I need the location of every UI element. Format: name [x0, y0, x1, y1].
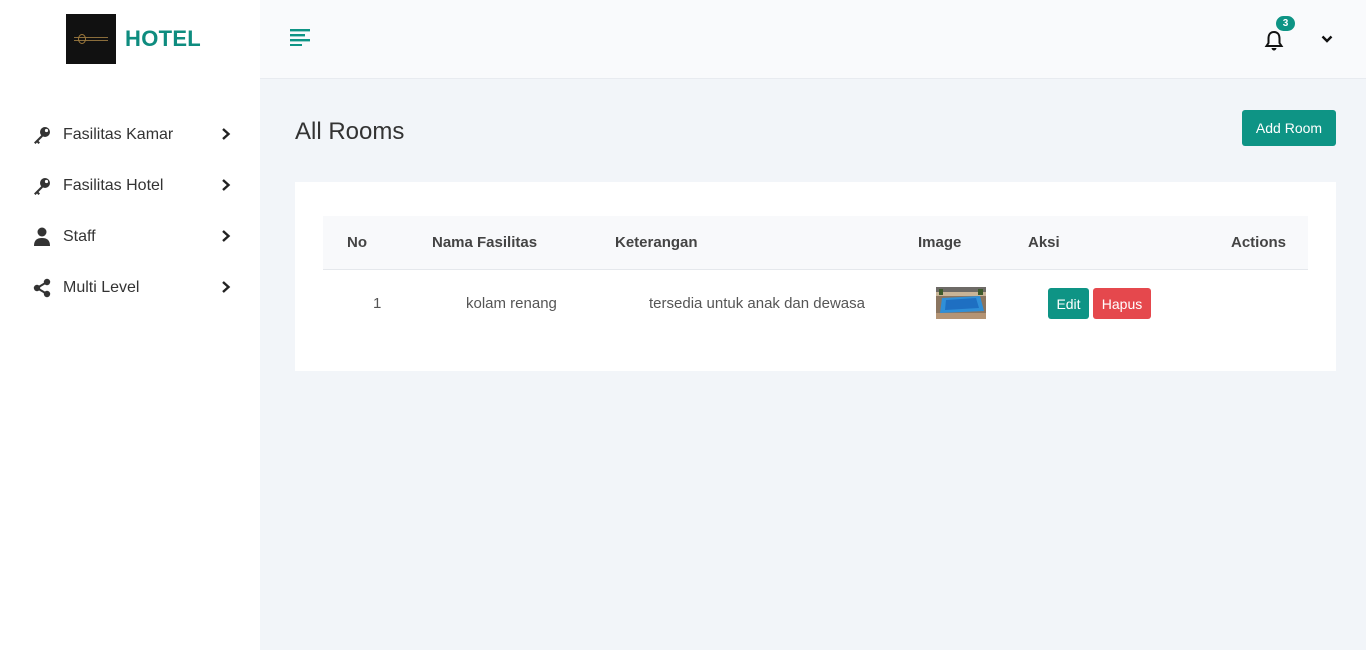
brand-name: HOTEL: [125, 26, 202, 51]
cell-nama-fasilitas: kolam renang: [466, 295, 557, 312]
column-header-keterangan: Keterangan: [615, 234, 698, 251]
column-header-aksi: Aksi: [1028, 234, 1060, 251]
cell-no: 1: [373, 295, 382, 312]
sidebar-item-staff[interactable]: Staff: [0, 211, 260, 262]
bell-icon[interactable]: [1264, 30, 1284, 52]
chevron-down-icon[interactable]: [1320, 32, 1334, 46]
column-header-no: No: [347, 234, 367, 251]
brand[interactable]: HOTEL: [66, 14, 201, 64]
chevron-right-icon: [222, 230, 231, 242]
edit-button[interactable]: Edit: [1048, 288, 1089, 319]
sidebar-item-label: Multi Level: [63, 278, 140, 296]
chevron-right-icon: [222, 281, 231, 293]
key-icon: [32, 176, 52, 196]
user-icon: [32, 227, 52, 247]
pool-image: [936, 287, 986, 319]
delete-button[interactable]: Hapus: [1093, 288, 1151, 319]
hotel-logo-icon: [66, 14, 116, 64]
page-title: All Rooms: [295, 118, 405, 145]
table-header: No Nama Fasilitas Keterangan Image Aksi …: [323, 216, 1308, 270]
sidebar-item-fasilitas-kamar[interactable]: Fasilitas Kamar: [0, 109, 260, 160]
chevron-right-icon: [222, 179, 231, 191]
menu-toggle-icon[interactable]: [290, 28, 310, 46]
rooms-table-card: No Nama Fasilitas Keterangan Image Aksi …: [295, 182, 1336, 371]
notification-badge: 3: [1276, 16, 1295, 31]
column-header-image: Image: [918, 234, 962, 251]
topbar: 3: [260, 0, 1366, 79]
key-icon: [32, 125, 52, 145]
column-header-nama-fasilitas: Nama Fasilitas: [432, 234, 538, 251]
chevron-right-icon: [222, 128, 231, 140]
sidebar-item-label: Fasilitas Hotel: [63, 176, 164, 194]
sidebar: HOTEL Fasilitas Kamar Fasilitas Hotel St…: [0, 0, 260, 650]
cell-keterangan: tersedia untuk anak dan dewasa: [649, 295, 865, 312]
sidebar-item-fasilitas-hotel[interactable]: Fasilitas Hotel: [0, 160, 260, 211]
sidebar-item-label: Fasilitas Kamar: [63, 125, 174, 143]
add-room-button[interactable]: Add Room: [1242, 110, 1336, 146]
sidebar-item-multi-level[interactable]: Multi Level: [0, 262, 260, 313]
column-header-actions: Actions: [1231, 234, 1287, 251]
sidebar-nav: Fasilitas Kamar Fasilitas Hotel Staff Mu…: [0, 109, 260, 313]
sidebar-item-label: Staff: [63, 227, 96, 245]
share-icon: [32, 278, 52, 298]
